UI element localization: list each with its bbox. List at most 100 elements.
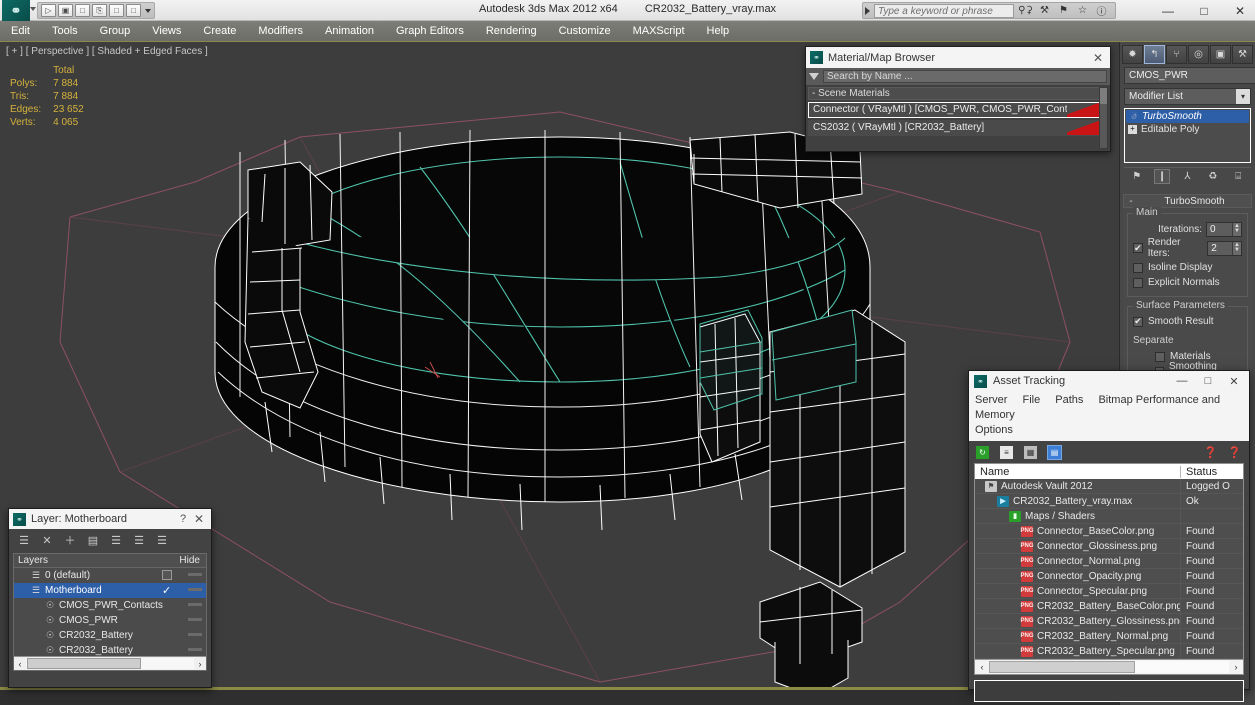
iterations-spinner[interactable]: 0 ▲ ▼ — [1206, 221, 1242, 237]
layer-row-default[interactable]: ☰ 0 (default) — [14, 568, 206, 583]
asset-row[interactable]: PNG Connector_BaseColor.png Found — [975, 524, 1243, 539]
isoline-display-checkbox[interactable] — [1133, 262, 1143, 273]
scrollbar-thumb[interactable] — [1100, 88, 1107, 104]
show-end-result-icon[interactable]: ❙ — [1154, 168, 1171, 184]
smooth-result-row[interactable]: ✔ Smooth Result — [1133, 314, 1242, 329]
asset-row[interactable]: PNG CR2032_Battery_Glossiness.png Found — [975, 614, 1243, 629]
hide-layer-icon[interactable]: ☰ — [155, 533, 169, 547]
material-search-input[interactable]: Search by Name ... — [823, 70, 1107, 83]
remove-modifier-icon[interactable]: ♻ — [1205, 169, 1221, 184]
scrollbar-track[interactable] — [26, 658, 194, 669]
render-iters-checkbox[interactable]: ✔ — [1133, 243, 1143, 253]
asset-row[interactable]: PNG Connector_Specular.png Found — [975, 584, 1243, 599]
menu-paths[interactable]: Paths — [1055, 394, 1083, 406]
asset-row[interactable]: ▶ CR2032_Battery_vray.max Ok — [975, 494, 1243, 509]
viewport-label[interactable]: [ + ] [ Perspective ] [ Shaded + Edged F… — [6, 46, 208, 57]
close-icon[interactable]: ✕ — [1093, 51, 1106, 65]
menu-create[interactable]: Create — [192, 21, 247, 41]
utilities-tab[interactable]: ⚒ — [1232, 44, 1253, 64]
object-name-input[interactable] — [1124, 67, 1255, 84]
isoline-display-row[interactable]: Isoline Display — [1133, 260, 1242, 275]
menu-group[interactable]: Group — [89, 21, 142, 41]
menu-file[interactable]: File — [1022, 394, 1040, 406]
hide-checkbox[interactable] — [162, 570, 172, 580]
layer-row-cr2032-battery-1[interactable]: ☉ CR2032_Battery — [14, 628, 206, 643]
help-icon[interactable]: ⓘ — [1094, 4, 1109, 18]
refresh-icon[interactable]: ↻ — [975, 445, 990, 460]
layer-row-motherboard[interactable]: ☰ Motherboard ✓ — [14, 583, 206, 598]
signpost-icon[interactable]: ⚑ — [1056, 4, 1071, 18]
make-unique-icon[interactable]: ⅄ — [1179, 169, 1195, 184]
menu-bitmap-performance[interactable]: Bitmap Performance and Memory — [975, 394, 1220, 421]
layer-row-cmos-pwr-contacts[interactable]: ☉ CMOS_PWR_Contacts — [14, 598, 206, 613]
asset-row[interactable]: PNG CR2032_Battery_Specular.png Found — [975, 644, 1243, 659]
create-new-layer-icon[interactable]: ☰ — [17, 533, 31, 547]
menu-tools[interactable]: Tools — [41, 21, 89, 41]
light-bulb-icon[interactable]: ☃ — [1128, 111, 1139, 122]
menu-edit[interactable]: Edit — [0, 21, 41, 41]
wrench-icon[interactable]: ⚒ — [1037, 4, 1052, 18]
smooth-result-checkbox[interactable]: ✔ — [1133, 316, 1143, 327]
menu-modifiers[interactable]: Modifiers — [247, 21, 314, 41]
maximize-button[interactable]: □ — [1195, 375, 1221, 387]
spinner-arrows-icon[interactable]: ▲ ▼ — [1232, 222, 1241, 236]
scroll-right-icon[interactable]: › — [1229, 662, 1243, 672]
stack-item-turbosmooth[interactable]: ☃ TurboSmooth — [1126, 110, 1249, 123]
thumbnail-view-icon[interactable]: ▦ — [1023, 445, 1038, 460]
asset-row[interactable]: ▮ Maps / Shaders — [975, 509, 1243, 524]
maximize-button[interactable]: □ — [1193, 4, 1215, 18]
menu-rendering[interactable]: Rendering — [475, 21, 548, 41]
separate-materials-checkbox[interactable] — [1155, 351, 1165, 362]
explicit-normals-row[interactable]: Explicit Normals — [1133, 275, 1242, 290]
menu-views[interactable]: Views — [141, 21, 192, 41]
motion-tab[interactable]: ◎ — [1188, 44, 1209, 64]
binoculars-icon[interactable]: ⚲⚳ — [1018, 4, 1033, 18]
minimize-button[interactable]: — — [1169, 375, 1195, 387]
explicit-normals-checkbox[interactable] — [1133, 277, 1143, 288]
menu-customize[interactable]: Customize — [548, 21, 622, 41]
delete-layer-icon[interactable]: ✕ — [40, 533, 54, 547]
filter-funnel-icon[interactable] — [809, 73, 819, 80]
scene-materials-group[interactable]: - Scene Materials — [808, 87, 1108, 100]
asset-row[interactable]: PNG Connector_Opacity.png Found — [975, 569, 1243, 584]
render-iters-spinner[interactable]: 2 ▲ ▼ — [1207, 240, 1242, 256]
configure-modifier-sets-icon[interactable]: ⌸ — [1230, 169, 1246, 184]
star-icon[interactable]: ☆ — [1075, 4, 1090, 18]
asset-list-horizontal-scrollbar[interactable]: ‹ › — [975, 659, 1243, 674]
scrollbar-track[interactable] — [989, 661, 1229, 673]
menu-options[interactable]: Options — [975, 424, 1013, 436]
expand-plus-icon[interactable]: + — [1128, 125, 1137, 134]
asset-row[interactable]: PNG Connector_Glossiness.png Found — [975, 539, 1243, 554]
current-layer-check-icon[interactable]: ✓ — [162, 584, 171, 597]
material-row-connector[interactable]: Connector ( VRayMtl ) [CMOS_PWR, CMOS_PW… — [808, 102, 1108, 118]
material-row-cs2032[interactable]: CS2032 ( VRayMtl ) [CR2032_Battery] — [808, 120, 1108, 136]
scrollbar-thumb[interactable] — [989, 661, 1136, 673]
layer-list-horizontal-scrollbar[interactable]: ‹ › — [14, 656, 206, 670]
menu-animation[interactable]: Animation — [314, 21, 385, 41]
layer-row-cmos-pwr[interactable]: ☉ CMOS_PWR — [14, 613, 206, 628]
select-objects-in-layer-icon[interactable]: ▤ — [86, 533, 100, 547]
scroll-right-icon[interactable]: › — [194, 659, 206, 669]
modifier-list-dropdown[interactable]: Modifier List ▾ — [1124, 88, 1251, 105]
help-icon[interactable]: ❓ — [1203, 445, 1218, 460]
create-tab[interactable]: ✹ — [1122, 44, 1143, 64]
rollout-header[interactable]: - TurboSmooth — [1123, 194, 1252, 208]
menu-graph-editors[interactable]: Graph Editors — [385, 21, 475, 41]
minimize-button[interactable]: — — [1157, 4, 1179, 18]
close-button[interactable]: ✕ — [1221, 375, 1247, 388]
highlight-selected-icon[interactable]: ☰ — [132, 533, 146, 547]
asset-row[interactable]: PNG Connector_Normal.png Found — [975, 554, 1243, 569]
asset-row[interactable]: ⚑ Autodesk Vault 2012 Logged O — [975, 479, 1243, 494]
material-list-scrollbar[interactable] — [1099, 87, 1108, 149]
scroll-left-icon[interactable]: ‹ — [975, 662, 989, 672]
menu-maxscript[interactable]: MAXScript — [622, 21, 696, 41]
help-icon[interactable]: ? — [175, 513, 191, 525]
asset-row[interactable]: PNG CR2032_Battery_BaseColor.png Found — [975, 599, 1243, 614]
display-tab[interactable]: ▣ — [1210, 44, 1231, 64]
stack-item-editable-poly[interactable]: + Editable Poly — [1126, 123, 1249, 136]
close-button[interactable]: ✕ — [1229, 4, 1251, 18]
grid-view-icon[interactable]: ▤ — [1047, 444, 1062, 460]
rollout-collapse-icon[interactable]: - — [1124, 196, 1138, 207]
search-input[interactable]: Type a keyword or phrase — [874, 3, 1014, 18]
scrollbar-thumb[interactable] — [27, 658, 142, 669]
